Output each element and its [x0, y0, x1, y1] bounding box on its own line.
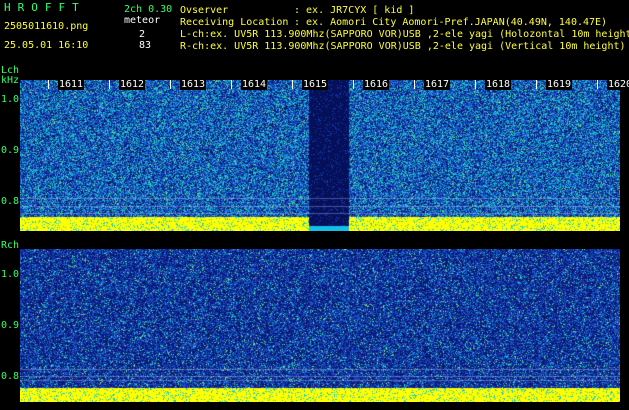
mode-label: meteor: [124, 15, 161, 26]
time-tick-label: 1615: [302, 79, 329, 90]
lch-ytick-1: 1.0: [1, 94, 20, 105]
lch-ytick-3: 0.8: [1, 196, 20, 207]
time-tick-mark: [597, 80, 598, 89]
time-tick-mark: [292, 80, 293, 89]
location-label: Receiving Location: [180, 17, 289, 28]
time-tick-label: 1619: [546, 79, 573, 90]
lch-receiver-info: L-ch:ex. UV5R 113.900Mhz(SAPPORO VOR)USB…: [180, 29, 629, 40]
observer-label: Ovserver: [180, 5, 229, 16]
rch-label: Rch: [1, 240, 20, 251]
time-tick-label: 1614: [241, 79, 268, 90]
location-value: : ex. Aomori City Aomori-Pref.JAPAN(40.4…: [294, 17, 608, 28]
time-tick-mark: [475, 80, 476, 89]
lch-spectrogram: [20, 80, 620, 231]
timestamp: 25.05.01 16:10: [4, 40, 89, 51]
rch-ytick-3: 0.8: [1, 371, 20, 382]
time-tick-mark: [170, 80, 171, 89]
rch-receiver-info: R-ch:ex. UV5R 113.900Mhz(SAPPORO VOR)USB…: [180, 41, 626, 52]
rch-ytick-2: 0.9: [1, 320, 20, 331]
file-name: 2505011610.png: [4, 21, 89, 32]
lch-unit: kHz: [1, 75, 20, 86]
time-tick-mark: [231, 80, 232, 89]
time-tick-mark: [414, 80, 415, 89]
time-tick-mark: [109, 80, 110, 89]
time-tick-label: 1613: [180, 79, 207, 90]
rch-waterfall: [20, 249, 620, 402]
lch-ytick-2: 0.9: [1, 145, 20, 156]
time-tick-mark: [48, 80, 49, 89]
app-version: 2ch 0.30: [124, 4, 173, 15]
time-tick-label: 1611: [58, 79, 85, 90]
time-tick-label: 1618: [485, 79, 512, 90]
lch-waterfall: [20, 80, 620, 231]
time-tick-label: 1612: [119, 79, 146, 90]
rch-spectrogram: [20, 249, 620, 402]
observer-value: : ex. JR7CYX [ kid ]: [294, 5, 415, 16]
time-tick-mark: [536, 80, 537, 89]
time-tick-mark: [353, 80, 354, 89]
app-title: HROFFT: [4, 1, 86, 14]
time-tick-label: 1616: [363, 79, 390, 90]
time-tick-label: 1617: [424, 79, 451, 90]
rch-ytick-1: 1.0: [1, 269, 20, 280]
time-tick-label: 1620: [607, 79, 629, 90]
lch-count: 2: [139, 29, 146, 40]
rch-count: 83: [139, 40, 152, 51]
